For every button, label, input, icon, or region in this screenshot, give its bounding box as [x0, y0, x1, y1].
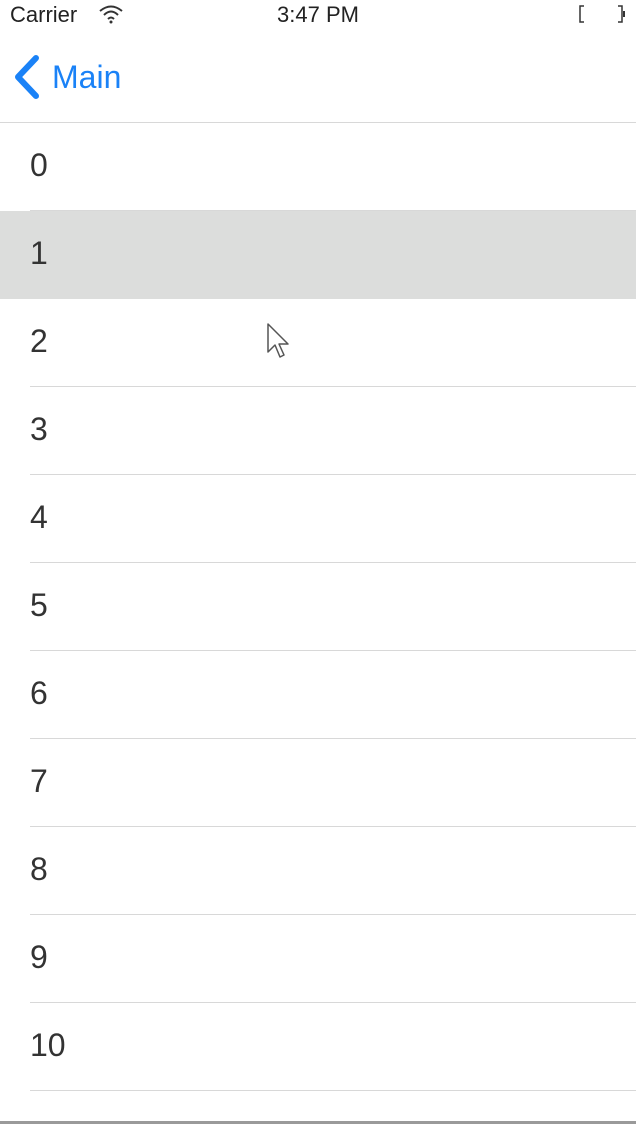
table-row[interactable]: 8 [0, 827, 636, 915]
row-label: 6 [30, 675, 48, 711]
row-label: 9 [30, 939, 48, 975]
table-row[interactable]: 3 [0, 387, 636, 475]
table-row[interactable]: 7 [0, 739, 636, 827]
back-button[interactable]: Main [12, 54, 121, 100]
table-row[interactable]: 4 [0, 475, 636, 563]
mouse-pointer-icon [267, 323, 289, 358]
row-label: 5 [30, 587, 48, 623]
row-label: 4 [30, 499, 48, 535]
table-row[interactable]: 9 [0, 915, 636, 1003]
status-bar: Carrier 3:47 PM [0, 0, 636, 32]
table-row[interactable]: 0 [0, 123, 636, 211]
navigation-bar: Main [0, 32, 636, 123]
row-label: 10 [30, 1027, 66, 1063]
status-time: 3:47 PM [277, 2, 359, 27]
row-label: 3 [30, 411, 48, 447]
table-row[interactable]: 6 [0, 651, 636, 739]
table-row[interactable]: 10 [0, 1003, 636, 1091]
row-label: 1 [30, 235, 48, 271]
row-label: 8 [30, 851, 48, 887]
row-label: 2 [30, 323, 48, 359]
table-row[interactable]: 5 [0, 563, 636, 651]
table-row[interactable]: 11 [0, 1091, 636, 1124]
row-label: 11 [30, 1091, 63, 1124]
table-row[interactable]: 2 [0, 299, 636, 387]
chevron-left-icon [15, 55, 39, 99]
back-button-label: Main [52, 59, 122, 95]
row-label: 0 [30, 147, 48, 183]
table-list[interactable]: 0 1 2 3 4 5 6 7 8 9 10 11 [0, 123, 636, 1124]
battery-icon [579, 5, 625, 23]
table-row-selected[interactable]: 1 [0, 211, 636, 299]
row-label: 7 [30, 763, 48, 799]
